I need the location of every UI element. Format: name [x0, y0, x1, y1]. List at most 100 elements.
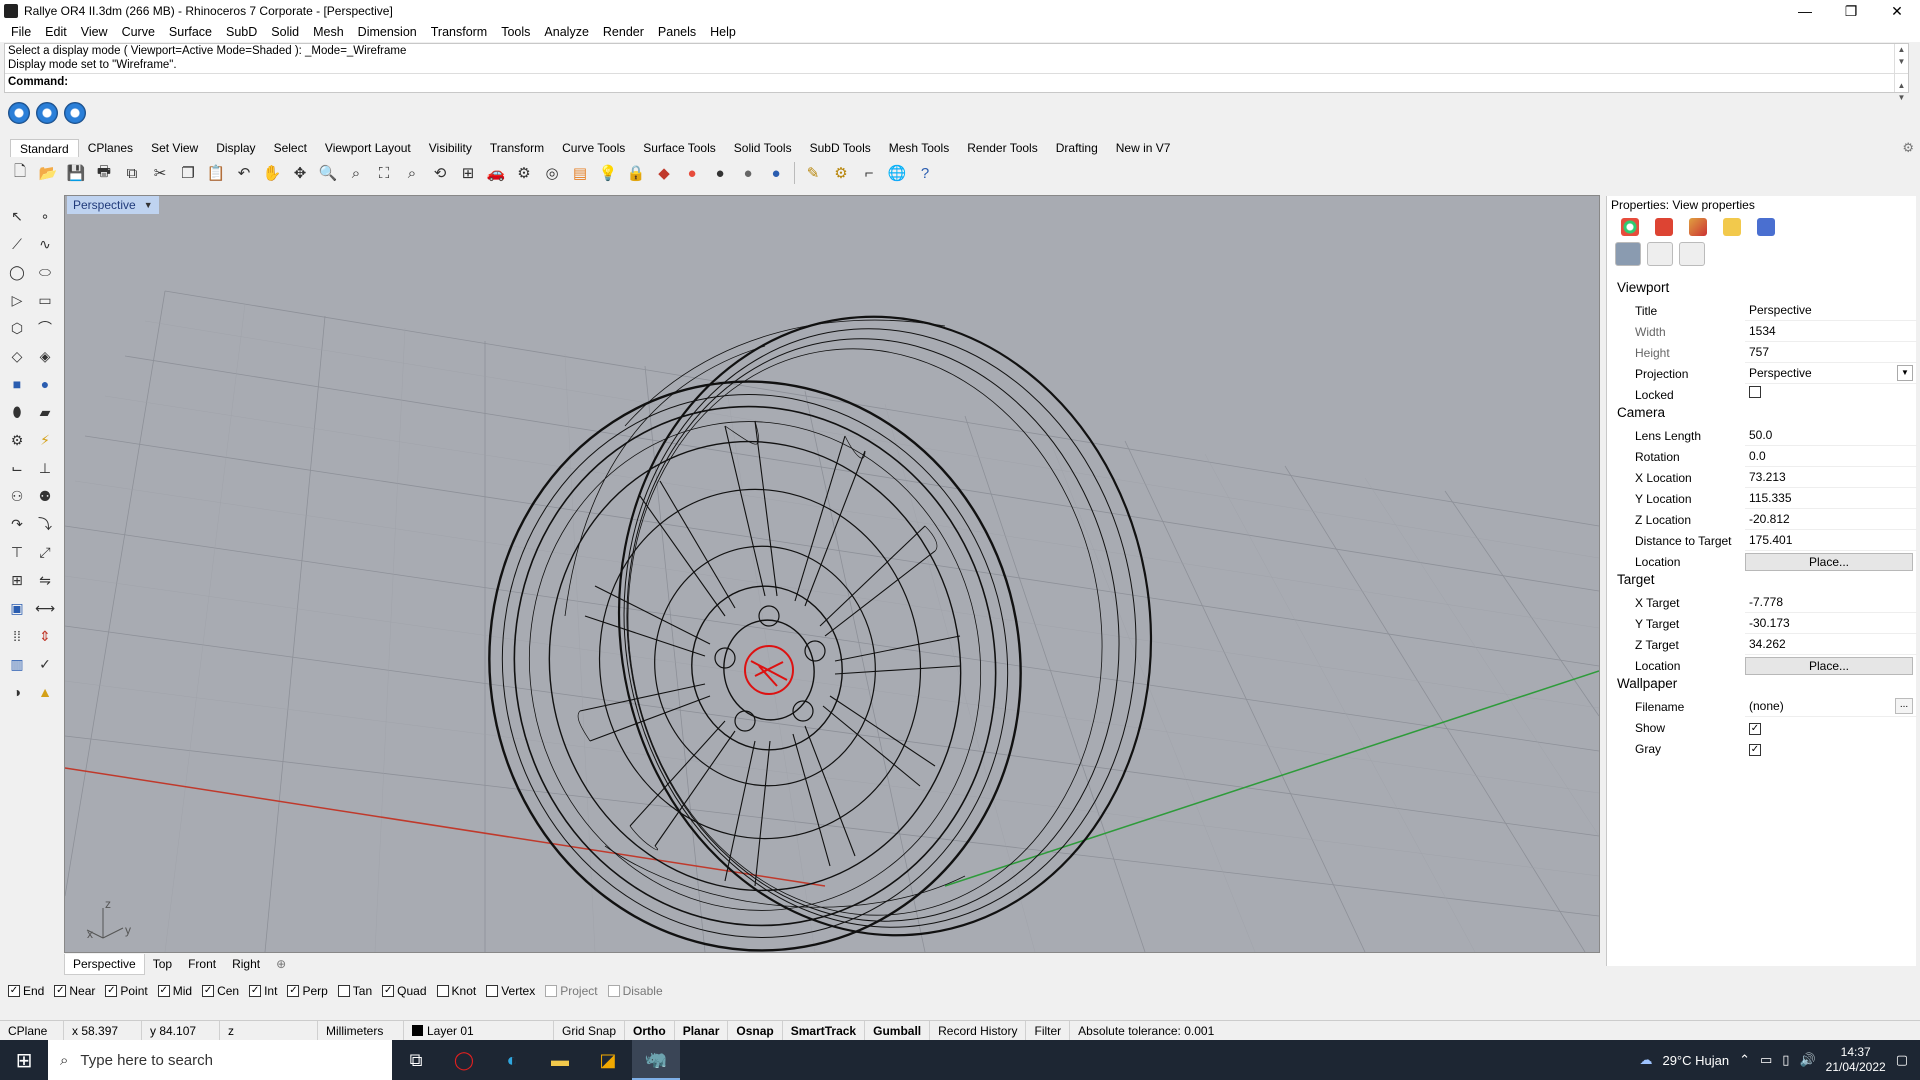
taskbar-search-box[interactable]: ⌕ Type here to search [48, 1040, 392, 1080]
prop-locked-checkbox[interactable] [1749, 386, 1761, 398]
save-icon[interactable]: 💾 [64, 161, 88, 185]
extrude-icon[interactable]: ▰ [32, 400, 58, 424]
osnap-checkbox[interactable]: ✓ [157, 985, 170, 997]
help-tab-icon[interactable] [1757, 218, 1775, 236]
mesh-icon[interactable]: ⚙ [4, 428, 30, 452]
tab-display[interactable]: Display [207, 139, 264, 157]
tab-mesh-tools[interactable]: Mesh Tools [880, 139, 958, 157]
paste-icon[interactable]: 📋 [204, 161, 228, 185]
osnap-checkbox[interactable]: ✓ [8, 985, 20, 997]
folder-tab-icon[interactable] [1723, 218, 1741, 236]
tab-top[interactable]: Top [145, 954, 180, 974]
lock-icon[interactable]: 🔒 [624, 161, 648, 185]
store-icon[interactable]: ◪ [584, 1040, 632, 1080]
osnap-checkbox[interactable]: ✓ [287, 985, 300, 997]
prop-rotation-field[interactable]: 0.0 [1745, 446, 1917, 467]
polyline-icon[interactable]: ⟋ [4, 232, 30, 256]
light-tool-icon[interactable]: ⚡ [32, 428, 58, 452]
record-history-toggle[interactable]: Record History [930, 1020, 1027, 1041]
zoom-extents-icon[interactable]: ⛶ [372, 161, 396, 185]
command-input[interactable]: Command: [5, 73, 1908, 90]
viewport-title[interactable]: Perspective ▼ [67, 196, 159, 214]
tab-front[interactable]: Front [180, 954, 224, 974]
camera-place-button[interactable]: Place... [1745, 552, 1913, 571]
tab-perspective[interactable]: Perspective [64, 953, 145, 975]
prop-lens-field[interactable]: 50.0 [1745, 425, 1917, 446]
open-icon[interactable]: 📂 [36, 161, 60, 185]
prop-width-field[interactable]: 1534 [1745, 321, 1917, 342]
tab-standard[interactable]: Standard [10, 139, 79, 157]
osnap-disable[interactable]: Disable [607, 984, 663, 998]
solid-tool-icon[interactable]: ▣ [4, 596, 30, 620]
scale-icon[interactable]: ⤢ [32, 540, 58, 564]
circle-icon[interactable]: ◯ [4, 260, 30, 284]
prop-distance-field[interactable]: 175.401 [1745, 530, 1917, 551]
prop-y-location-field[interactable]: 115.335 [1745, 488, 1917, 509]
viewport-menu-chevron-down-icon[interactable]: ▼ [144, 196, 153, 214]
analyze-icon[interactable]: ▥ [4, 652, 30, 676]
prop-z-location-field[interactable]: -20.812 [1745, 509, 1917, 530]
gumball-toggle[interactable]: Gumball [865, 1020, 931, 1041]
analysis-icon[interactable]: ✎ [801, 161, 825, 185]
cut-icon[interactable]: ✂ [148, 161, 172, 185]
dimension-tool-icon[interactable]: ⟷ [32, 596, 58, 620]
boolean-icon[interactable]: ● [32, 372, 58, 396]
tab-drafting[interactable]: Drafting [1047, 139, 1107, 157]
color-icon[interactable]: ● [680, 161, 704, 185]
menu-curve[interactable]: Curve [115, 25, 162, 39]
tab-cplanes[interactable]: CPlanes [79, 139, 142, 157]
undo-icon[interactable]: ↶ [232, 161, 256, 185]
cplane-label[interactable]: CPlane [0, 1020, 64, 1041]
prop-filename-field[interactable]: (none)... [1745, 696, 1917, 717]
command-scrollbar[interactable]: ▲ ▼ ▲ ▼ [1894, 44, 1908, 102]
surface-icon[interactable]: ◇ [4, 344, 30, 368]
named-views-subtab-icon[interactable] [1647, 242, 1673, 266]
explode-icon[interactable]: ⚉ [32, 484, 58, 508]
tab-set-view[interactable]: Set View [142, 139, 207, 157]
layer-icon[interactable]: ▤ [568, 161, 592, 185]
tab-viewport-layout[interactable]: Viewport Layout [316, 139, 420, 157]
add-viewport-tab-plus-icon[interactable]: ⊕ [268, 954, 294, 974]
prop-title-field[interactable]: Perspective [1745, 300, 1917, 321]
select-arrow-icon[interactable]: ↖ [4, 204, 30, 228]
material-icon[interactable]: ◆ [652, 161, 676, 185]
opera-icon[interactable]: ◯ [440, 1040, 488, 1080]
menu-mesh[interactable]: Mesh [306, 25, 351, 39]
menu-surface[interactable]: Surface [162, 25, 219, 39]
pan-icon[interactable]: ✋ [260, 161, 284, 185]
osnap-int[interactable]: ✓ Int [249, 984, 277, 998]
osnap-checkbox[interactable] [337, 985, 350, 997]
menu-view[interactable]: View [74, 25, 115, 39]
menu-render[interactable]: Render [596, 25, 651, 39]
osnap-mid[interactable]: ✓ Mid [157, 984, 192, 998]
four-viewports-icon[interactable]: ⊞ [456, 161, 480, 185]
new-file-icon[interactable]: 🗋 [8, 161, 32, 185]
osnap-tan[interactable]: Tan [337, 984, 372, 998]
gear-plugin-icon[interactable] [36, 102, 58, 124]
clock[interactable]: 14:37 21/04/2022 [1826, 1045, 1886, 1075]
smarttrack-toggle[interactable]: SmartTrack [783, 1020, 866, 1041]
tab-render-tools[interactable]: Render Tools [958, 139, 1047, 157]
move-tool-icon[interactable]: ⊤ [4, 540, 30, 564]
menu-subd[interactable]: SubD [219, 25, 264, 39]
fillet-icon[interactable]: ↷ [4, 512, 30, 536]
osnap-point[interactable]: ✓ Point [105, 984, 148, 998]
prop-z-target-field[interactable]: 34.262 [1745, 634, 1917, 655]
zoom-window-icon[interactable]: ⌕ [344, 161, 368, 185]
check-icon[interactable]: ✓ [32, 652, 58, 676]
layers-tab-icon[interactable] [1655, 218, 1673, 236]
gear-plugin-icon[interactable] [8, 102, 30, 124]
osnap-near[interactable]: ✓ Near [54, 984, 95, 998]
osnap-checkbox[interactable]: ✓ [105, 985, 118, 997]
osnap-toggle[interactable]: Osnap [728, 1020, 783, 1041]
tab-select[interactable]: Select [265, 139, 316, 157]
network-icon[interactable]: ▭ [1760, 1052, 1772, 1068]
toolbar-settings-gear-icon[interactable]: ⚙ [1902, 140, 1914, 156]
properties-icon[interactable]: ⚙ [512, 161, 536, 185]
ortho-toggle[interactable]: Ortho [625, 1020, 675, 1041]
osnap-quad[interactable]: ✓ Quad [382, 984, 427, 998]
menu-tools[interactable]: Tools [494, 25, 537, 39]
move-icon[interactable]: ✥ [288, 161, 312, 185]
menu-file[interactable]: File [4, 25, 38, 39]
windows-start-icon[interactable]: ⊞ [0, 1040, 48, 1080]
